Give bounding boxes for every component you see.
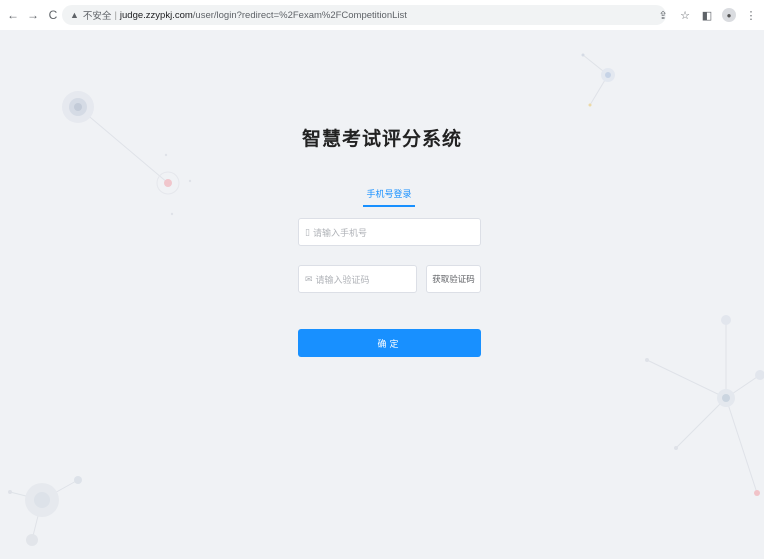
submit-button[interactable]: 确定 <box>298 329 481 357</box>
avatar: ● <box>722 8 736 22</box>
tab-active-indicator <box>363 205 415 207</box>
verification-code-input[interactable]: ✉ 请输入验证码 <box>298 265 417 293</box>
back-icon[interactable]: ← <box>6 5 20 25</box>
forward-icon[interactable]: → <box>26 5 40 25</box>
page-title: 智慧考试评分系统 <box>301 129 462 150</box>
bookmark-star-icon[interactable]: ☆ <box>676 5 694 25</box>
browser-actions: ⇪ ☆ ◧ ● ⋮ <box>650 5 760 25</box>
url-host: judge.zzypkj.com <box>119 9 193 21</box>
get-code-button[interactable]: 获取验证码 <box>426 265 481 293</box>
url-path: /user/login?redirect=%2Fexam%2FCompetiti… <box>192 9 407 21</box>
share-icon[interactable]: ⇪ <box>654 5 672 25</box>
phone-icon: ▯ <box>305 226 310 237</box>
code-placeholder: 请输入验证码 <box>315 274 370 285</box>
browser-toolbar: ← → C ▲ 不安全 | judge.zzypkj.com/user/logi… <box>0 0 764 30</box>
tab-phone-login[interactable]: 手机号登录 <box>363 187 415 200</box>
login-page: 智慧考试评分系统 手机号登录 ▯ 请输入手机号 ✉ 请输入验证码 获取验证码 确… <box>0 30 764 559</box>
envelope-icon: ✉ <box>305 273 313 284</box>
phone-input[interactable]: ▯ 请输入手机号 <box>298 218 481 246</box>
reload-icon[interactable]: C <box>46 5 60 25</box>
address-bar[interactable]: ▲ 不安全 | judge.zzypkj.com/user/login?redi… <box>62 5 666 25</box>
phone-placeholder: 请输入手机号 <box>312 227 367 238</box>
profile-icon[interactable]: ● <box>720 5 738 25</box>
insecure-label: 不安全 <box>82 11 112 22</box>
warning-icon[interactable]: ▲ <box>70 10 79 20</box>
background-decoration <box>8 53 764 546</box>
side-panel-icon[interactable]: ◧ <box>698 5 716 25</box>
menu-icon[interactable]: ⋮ <box>742 5 760 25</box>
address-separator: | <box>114 9 117 21</box>
